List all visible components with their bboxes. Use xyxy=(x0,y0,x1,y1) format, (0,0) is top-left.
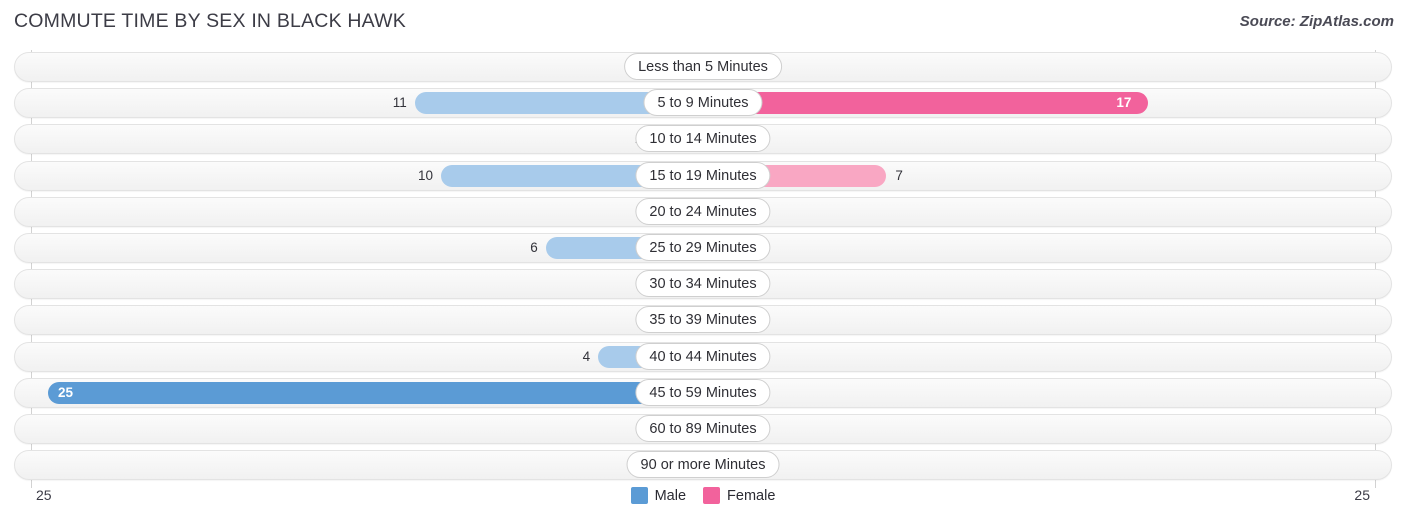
chart-row[interactable]: 4040 to 44 Minutes xyxy=(14,341,1392,372)
category-label[interactable]: 40 to 44 Minutes xyxy=(635,342,771,370)
category-label[interactable]: 5 to 9 Minutes xyxy=(643,89,763,117)
bar-value-male: 25 xyxy=(58,384,74,400)
chart-row[interactable]: 0020 to 24 Minutes xyxy=(14,196,1392,227)
source-attribution: Source: ZipAtlas.com xyxy=(1239,13,1394,30)
legend-label-female: Female xyxy=(727,487,776,504)
legend-item-male[interactable]: Male xyxy=(630,487,687,504)
legend-label-male: Male xyxy=(654,487,687,504)
plot-area: 00Less than 5 Minutes 11 17 5 to 9 Minutes 2… xyxy=(0,50,1406,488)
bar-value-male: 10 xyxy=(417,167,433,183)
category-label[interactable]: 60 to 89 Minutes xyxy=(635,415,771,442)
legend-swatch-male xyxy=(630,487,648,504)
chart-row[interactable]: 25045 to 59 Minutes xyxy=(14,377,1392,408)
legend-swatch-female xyxy=(703,487,721,504)
category-label[interactable]: 25 to 29 Minutes xyxy=(635,234,771,261)
chart-row[interactable]: 2010 to 14 Minutes xyxy=(14,124,1392,155)
chart-row[interactable]: 0090 or more Minutes xyxy=(14,450,1392,481)
bar-male[interactable] xyxy=(48,381,703,404)
bar-value-male: 4 xyxy=(582,348,591,364)
bar-value-female: 17 xyxy=(1116,95,1132,111)
category-label[interactable]: 20 to 24 Minutes xyxy=(635,197,771,225)
chart-legend: Male Female xyxy=(0,487,1406,504)
chart-row[interactable]: 00Less than 5 Minutes xyxy=(14,52,1392,82)
chart-container: COMMUTE TIME BY SEX IN BLACK HAWK Source… xyxy=(0,0,1406,522)
category-label[interactable]: 30 to 34 Minutes xyxy=(635,270,771,298)
chart-row[interactable]: 0030 to 34 Minutes xyxy=(14,269,1392,300)
chart-row[interactable]: 11 17 5 to 9 Minutes xyxy=(14,88,1392,119)
chart-row[interactable]: 10 7 15 to 19 Minutes xyxy=(14,160,1392,191)
legend-item-female[interactable]: Female xyxy=(703,487,775,504)
bar-value-female: 7 xyxy=(895,167,903,183)
category-label[interactable]: 15 to 19 Minutes xyxy=(635,161,771,189)
category-label[interactable]: 45 to 59 Minutes xyxy=(635,378,771,406)
category-label[interactable]: 90 or more Minutes xyxy=(626,451,780,479)
bar-value-male: 6 xyxy=(530,240,538,255)
chart-row[interactable]: 0035 to 39 Minutes xyxy=(14,305,1392,336)
category-label[interactable]: 35 to 39 Minutes xyxy=(635,306,771,334)
bar-female[interactable] xyxy=(703,92,1149,115)
bar-value-male: 11 xyxy=(392,95,407,111)
page-title: COMMUTE TIME BY SEX IN BLACK HAWK xyxy=(14,10,406,32)
chart-row[interactable]: 6025 to 29 Minutes xyxy=(14,233,1392,263)
category-label[interactable]: Less than 5 Minutes xyxy=(624,53,782,80)
chart-row[interactable]: 0060 to 89 Minutes xyxy=(14,414,1392,444)
category-label[interactable]: 10 to 14 Minutes xyxy=(635,125,771,153)
